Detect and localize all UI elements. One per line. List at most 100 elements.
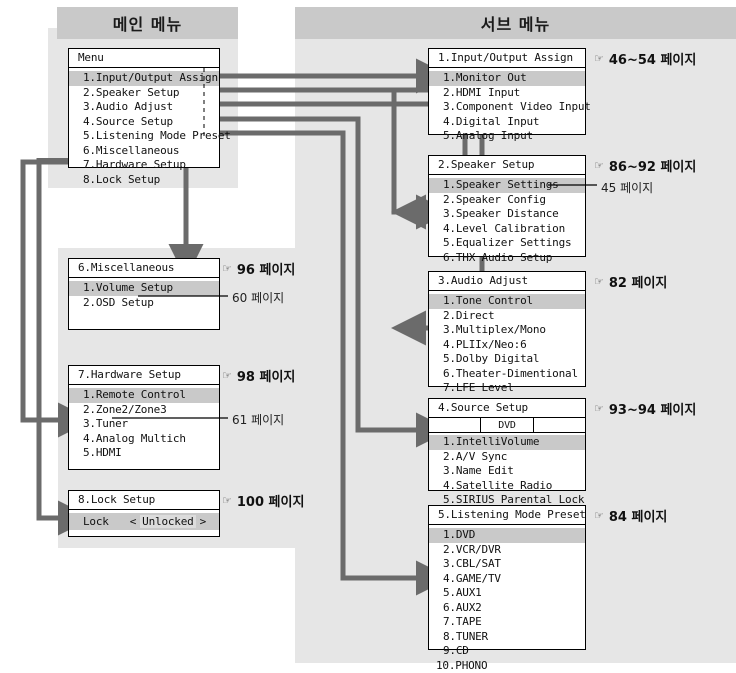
hw-item-tuner[interactable]: 3.Tuner — [69, 417, 219, 432]
hw-item-hdmi[interactable]: 5.HDMI — [69, 446, 219, 461]
source-cell-left[interactable] — [429, 418, 481, 432]
pageref-input-output-assign: ☞ 46~54 페이지 — [594, 49, 696, 68]
aa-item-dolby-digital[interactable]: 5.Dolby Digital — [429, 352, 585, 367]
aa-item-multiplex-mono[interactable]: 3.Multiplex/Mono — [429, 323, 585, 338]
aa-item-tone-control[interactable]: 1.Tone Control — [429, 294, 585, 309]
lmp-item-game-tv[interactable]: 4.GAME/TV — [429, 572, 585, 587]
hand-pointer-icon: ☞ — [594, 275, 603, 288]
menu-item-source-setup[interactable]: 4.Source Setup — [69, 115, 219, 130]
pageref-source-setup: ☞ 93~94 페이지 — [594, 399, 696, 418]
pageref-osd-setup: 60 페이지 — [232, 289, 284, 306]
ss-item-name-edit[interactable]: 3.Name Edit — [429, 464, 585, 479]
lmp-item-tape[interactable]: 7.TAPE — [429, 615, 585, 630]
panel-audio-adjust[interactable]: 3.Audio Adjust 1.Tone Control 2.Direct 3… — [428, 271, 586, 387]
aa-item-direct[interactable]: 2.Direct — [429, 309, 585, 324]
spk-item-equalizer-settings[interactable]: 5.Equalizer Settings — [429, 236, 585, 251]
pageref-source-setup-label: 93~94 페이지 — [609, 399, 696, 418]
pageref-speaker-setup-label: 86~92 페이지 — [609, 156, 696, 175]
hand-pointer-icon: ☞ — [222, 494, 231, 507]
lock-prev-icon[interactable]: < — [126, 515, 140, 528]
panel-speaker-setup[interactable]: 2.Speaker Setup 1.Speaker Settings 2.Spe… — [428, 155, 586, 257]
hw-item-remote-control[interactable]: 1.Remote Control — [69, 388, 219, 403]
lmp-item-cd[interactable]: 9.CD — [429, 644, 585, 659]
panel-source-setup-items: 1.IntelliVolume 2.A/V Sync 3.Name Edit 4… — [429, 433, 585, 508]
hw-item-analog-multich[interactable]: 4.Analog Multich — [69, 432, 219, 447]
panel-miscellaneous[interactable]: 6.Miscellaneous 1.Volume Setup 2.OSD Set… — [68, 258, 220, 330]
main-menu-items: 1.Input/Output Assign 2.Speaker Setup 3.… — [69, 68, 219, 187]
aa-item-pliix-neo6[interactable]: 4.PLIIx/Neo:6 — [429, 338, 585, 353]
ss-item-intellivolume[interactable]: 1.IntelliVolume — [429, 435, 585, 450]
pageref-miscellaneous-label: 96 페이지 — [237, 259, 296, 278]
hand-pointer-icon: ☞ — [594, 159, 603, 172]
hand-pointer-icon: ☞ — [222, 262, 231, 275]
pageref-speaker-settings: 45 페이지 — [601, 179, 653, 196]
pageref-listening-mode-preset-label: 84 페이지 — [609, 506, 668, 525]
menu-item-audio-adjust[interactable]: 3.Audio Adjust — [69, 100, 219, 115]
pageref-input-output-assign-label: 46~54 페이지 — [609, 49, 696, 68]
io-item-component-video-input[interactable]: 3.Component Video Input — [429, 100, 585, 115]
lmp-item-vcr-dvr[interactable]: 2.VCR/DVR — [429, 543, 585, 558]
source-selector-row[interactable]: DVD — [429, 418, 585, 433]
menu-item-input-output-assign[interactable]: 1.Input/Output Assign — [69, 71, 219, 86]
panel-speaker-setup-title: 2.Speaker Setup — [429, 156, 585, 175]
panel-hardware-setup[interactable]: 7.Hardware Setup 1.Remote Control 2.Zone… — [68, 365, 220, 470]
panel-input-output-assign[interactable]: 1.Input/Output Assign 1.Monitor Out 2.HD… — [428, 48, 586, 135]
hand-pointer-icon: ☞ — [594, 509, 603, 522]
ss-item-av-sync[interactable]: 2.A/V Sync — [429, 450, 585, 465]
misc-item-volume-setup[interactable]: 1.Volume Setup — [69, 281, 219, 296]
lmp-item-cbl-sat[interactable]: 3.CBL/SAT — [429, 557, 585, 572]
panel-miscellaneous-title: 6.Miscellaneous — [69, 259, 219, 278]
pageref-miscellaneous: ☞ 96 페이지 — [222, 259, 295, 278]
io-item-hdmi-input[interactable]: 2.HDMI Input — [429, 86, 585, 101]
spk-item-speaker-settings[interactable]: 1.Speaker Settings — [429, 178, 585, 193]
menu-item-listening-mode-preset[interactable]: 5.Listening Mode Preset — [69, 129, 219, 144]
panel-lock-setup-title: 8.Lock Setup — [69, 491, 219, 510]
source-cell-right[interactable] — [534, 418, 585, 432]
pageref-lock-setup-label: 100 페이지 — [237, 491, 305, 510]
spk-item-speaker-distance[interactable]: 3.Speaker Distance — [429, 207, 585, 222]
aa-item-theater-dimentional[interactable]: 6.Theater-Dimentional — [429, 367, 585, 382]
main-menu-box[interactable]: Menu 1.Input/Output Assign 2.Speaker Set… — [68, 48, 220, 168]
panel-listening-mode-preset-title: 5.Listening Mode Preset — [429, 506, 585, 525]
pageref-audio-adjust: ☞ 82 페이지 — [594, 272, 667, 291]
main-menu-title: Menu — [69, 49, 219, 68]
menu-item-hardware-setup[interactable]: 7.Hardware Setup — [69, 158, 219, 173]
panel-audio-adjust-items: 1.Tone Control 2.Direct 3.Multiplex/Mono… — [429, 291, 585, 396]
spk-item-speaker-config[interactable]: 2.Speaker Config — [429, 193, 585, 208]
panel-listening-mode-preset[interactable]: 5.Listening Mode Preset 1.DVD 2.VCR/DVR … — [428, 505, 586, 650]
pageref-tuner: 61 페이지 — [232, 411, 284, 428]
lock-setting-row[interactable]: Lock < Unlocked > — [69, 513, 219, 530]
panel-input-output-assign-items: 1.Monitor Out 2.HDMI Input 3.Component V… — [429, 68, 585, 144]
panel-miscellaneous-items: 1.Volume Setup 2.OSD Setup — [69, 278, 219, 310]
panel-source-setup[interactable]: 4.Source Setup DVD 1.IntelliVolume 2.A/V… — [428, 398, 586, 491]
source-cell-current[interactable]: DVD — [481, 418, 533, 432]
pageref-speaker-settings-label: 45 페이지 — [601, 181, 653, 195]
lmp-item-dvd[interactable]: 1.DVD — [429, 528, 585, 543]
lmp-item-tuner[interactable]: 8.TUNER — [429, 630, 585, 645]
panel-lock-setup[interactable]: 8.Lock Setup Lock < Unlocked > — [68, 490, 220, 537]
pageref-hardware-setup: ☞ 98 페이지 — [222, 366, 295, 385]
lmp-item-phono[interactable]: 10.PHONO — [429, 659, 585, 673]
panel-source-setup-title: 4.Source Setup — [429, 399, 585, 418]
panel-audio-adjust-title: 3.Audio Adjust — [429, 272, 585, 291]
spk-item-level-calibration[interactable]: 4.Level Calibration — [429, 222, 585, 237]
lock-next-icon[interactable]: > — [196, 515, 210, 528]
hand-pointer-icon: ☞ — [222, 369, 231, 382]
menu-item-speaker-setup[interactable]: 2.Speaker Setup — [69, 86, 219, 101]
io-item-monitor-out[interactable]: 1.Monitor Out — [429, 71, 585, 86]
pageref-osd-setup-label: 60 페이지 — [232, 291, 284, 305]
panel-listening-mode-preset-items: 1.DVD 2.VCR/DVR 3.CBL/SAT 4.GAME/TV 5.AU… — [429, 525, 585, 673]
lmp-item-aux2[interactable]: 6.AUX2 — [429, 601, 585, 616]
hw-item-zone2-zone3[interactable]: 2.Zone2/Zone3 — [69, 403, 219, 418]
menu-item-miscellaneous[interactable]: 6.Miscellaneous — [69, 144, 219, 159]
misc-item-osd-setup[interactable]: 2.OSD Setup — [69, 296, 219, 311]
panel-hardware-setup-items: 1.Remote Control 2.Zone2/Zone3 3.Tuner 4… — [69, 385, 219, 461]
aa-item-lfe-level[interactable]: 7.LFE Level — [429, 381, 585, 396]
io-item-digital-input[interactable]: 4.Digital Input — [429, 115, 585, 130]
pageref-audio-adjust-label: 82 페이지 — [609, 272, 668, 291]
ss-item-satellite-radio[interactable]: 4.Satellite Radio — [429, 479, 585, 494]
menu-item-lock-setup[interactable]: 8.Lock Setup — [69, 173, 219, 188]
io-item-analog-input[interactable]: 5.Analog Input — [429, 129, 585, 144]
lmp-item-aux1[interactable]: 5.AUX1 — [429, 586, 585, 601]
spk-item-thx-audio-setup[interactable]: 6.THX Audio Setup — [429, 251, 585, 266]
